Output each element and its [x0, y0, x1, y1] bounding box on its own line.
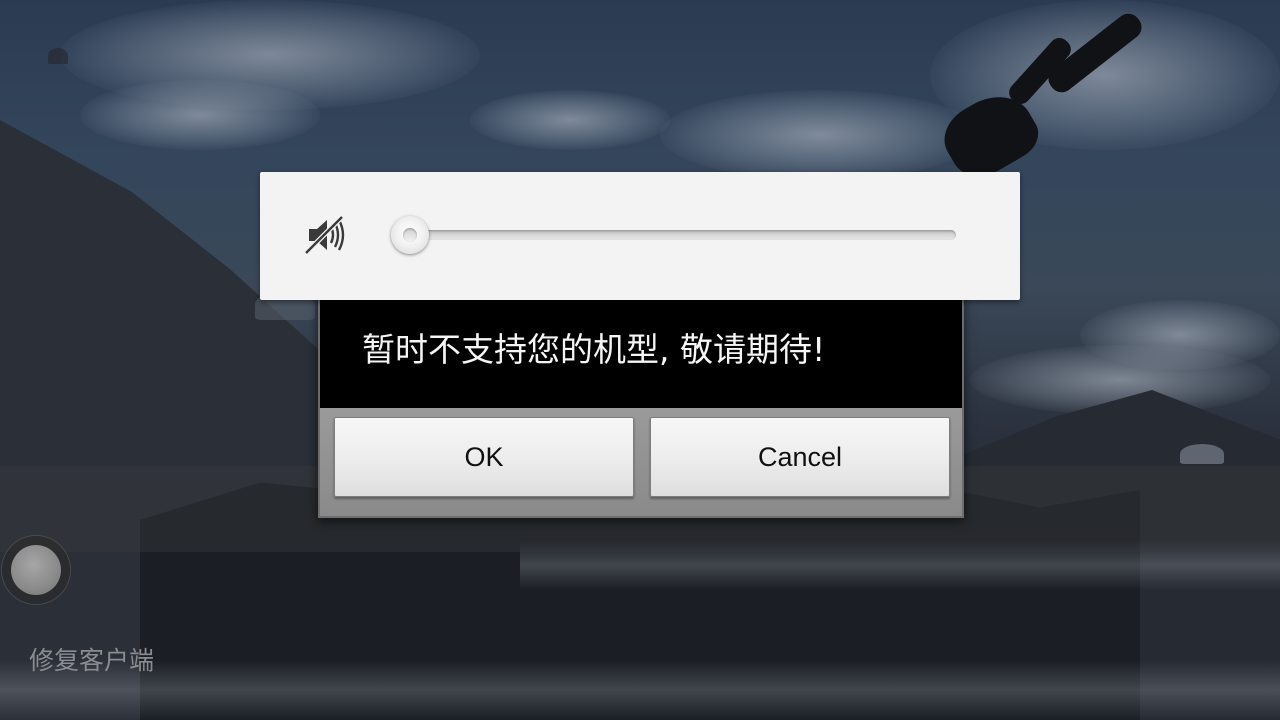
background-haze: [0, 660, 1280, 720]
joystick-knob[interactable]: [11, 545, 61, 595]
dialog-message-area: 暂时不支持您的机型, 敬请期待!: [318, 290, 964, 408]
unsupported-device-dialog: 暂时不支持您的机型, 敬请期待! OK Cancel: [318, 290, 964, 518]
repair-client-button[interactable]: 修复客户端: [29, 645, 154, 677]
speaker-muted-icon[interactable]: [302, 212, 348, 258]
background-cloud: [470, 90, 670, 150]
dialog-message: 暂时不支持您的机型, 敬请期待!: [362, 330, 826, 369]
volume-slider-track[interactable]: [410, 230, 956, 240]
parachute-silhouette: [48, 48, 68, 64]
joystick-icon[interactable]: [2, 536, 70, 604]
volume-slider-thumb[interactable]: [391, 216, 429, 254]
dialog-button-bar: OK Cancel: [318, 408, 964, 518]
background-cloud: [80, 80, 320, 150]
cancel-button[interactable]: Cancel: [650, 417, 950, 497]
background-cloud: [660, 90, 980, 180]
ok-button[interactable]: OK: [334, 417, 634, 497]
game-screen: 暂时不支持您的机型, 敬请期待! OK Cancel 修复客户端: [0, 0, 1280, 720]
parachute-silhouette: [1180, 444, 1224, 464]
